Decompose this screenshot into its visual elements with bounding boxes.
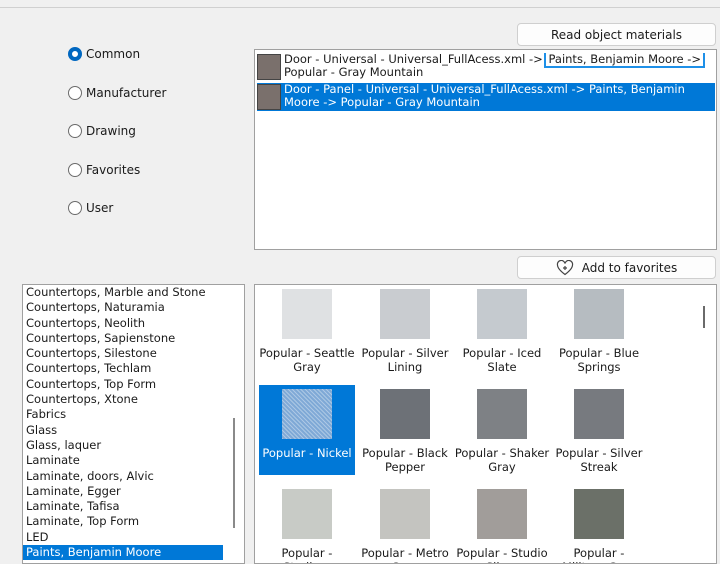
swatch-item[interactable]: Popular - Blue Springs — [551, 285, 647, 375]
swatch-label: Popular - Black Pepper — [362, 446, 448, 474]
material-path-highlight: Paints, Benjamin Moore -> — [544, 53, 706, 68]
swatch-label: Popular - Nickel — [262, 446, 352, 460]
radio-label: Favorites — [86, 163, 141, 177]
swatch-color — [380, 289, 430, 339]
material-swatch — [257, 54, 281, 80]
radio-favorites[interactable]: Favorites — [68, 163, 140, 177]
read-object-materials-button[interactable]: Read object materials — [517, 23, 716, 46]
swatch-item[interactable]: Popular - Studio Silver — [454, 485, 550, 563]
swatch-label: Popular - Stadium — [281, 546, 333, 563]
read-object-materials-label: Read object materials — [550, 27, 683, 42]
category-item[interactable]: Countertops, Top Form — [23, 377, 244, 392]
material-text: Door - Universal - Universal_FullAcess.x… — [281, 53, 715, 81]
category-list[interactable]: Countertops, Marble and Stone Countertops… — [22, 284, 245, 564]
category-item[interactable]: Countertops, Techlam — [23, 361, 244, 376]
swatch-label: Popular - Silver Lining — [361, 346, 449, 374]
radio-common[interactable]: Common — [68, 47, 140, 61]
swatch-color — [574, 489, 624, 539]
swatch-label: Popular - Studio Silver — [456, 546, 548, 563]
category-item[interactable]: Countertops, Naturamia — [23, 300, 244, 315]
swatch-color — [574, 389, 624, 439]
swatch-label: Popular - Military Gray — [562, 546, 636, 563]
radio-label: Drawing — [86, 124, 136, 138]
swatch-item[interactable]: Popular - Nickel — [259, 385, 355, 475]
radio-label: Manufacturer — [86, 86, 167, 100]
radio-circle[interactable] — [68, 47, 82, 61]
radio-label: Common — [86, 47, 141, 61]
radio-circle[interactable] — [68, 163, 82, 177]
category-item[interactable]: Laminate, Tafisa — [23, 499, 244, 514]
grid-scrollbar-thumb[interactable] — [703, 306, 705, 328]
category-scrollbar-thumb[interactable] — [233, 418, 235, 528]
category-item[interactable]: Laminate, Top Form — [23, 514, 244, 529]
radio-circle[interactable] — [68, 124, 82, 138]
swatch-label: Popular - Shaker Gray — [454, 446, 550, 474]
swatch-color — [380, 389, 430, 439]
category-item[interactable]: Countertops, Neolith — [23, 316, 244, 331]
category-item[interactable]: Glass, laquer — [23, 438, 244, 453]
material-row-selected[interactable]: Door - Panel - Universal - Universal_Ful… — [257, 83, 715, 111]
swatch-color — [477, 289, 527, 339]
radio-circle[interactable] — [68, 201, 82, 215]
category-item[interactable]: Fabrics — [23, 407, 244, 422]
swatch-color — [477, 389, 527, 439]
object-materials-list[interactable]: Door - Universal - Universal_FullAcess.x… — [254, 49, 717, 250]
radio-user[interactable]: User — [68, 201, 113, 215]
heart-plus-icon — [556, 259, 573, 275]
color-swatch-grid[interactable]: Popular - Seattle Gray Popular - Silver L… — [254, 284, 717, 564]
swatch-label: Popular - Seattle Gray — [259, 346, 355, 374]
category-item[interactable]: Paints, Benjamin Moore — [23, 545, 223, 561]
radio-label: User — [86, 201, 114, 215]
category-item[interactable]: Laminate, Egger — [23, 484, 244, 499]
swatch-item[interactable]: Popular - Silver Lining — [357, 285, 453, 375]
swatch-color — [282, 489, 332, 539]
category-item[interactable]: Countertops, Sapienstone — [23, 331, 244, 346]
material-path-end: Popular - Gray Mountain — [284, 65, 424, 79]
add-to-favorites-label: Add to favorites — [581, 260, 678, 275]
top-divider — [0, 7, 720, 8]
swatch-label: Popular - Blue Springs — [558, 346, 640, 374]
swatch-label: Popular - Silver Streak — [555, 446, 643, 474]
category-item[interactable]: Laminate — [23, 453, 244, 468]
category-item[interactable]: Laminate, doors, Alvic — [23, 469, 244, 484]
swatch-color — [380, 489, 430, 539]
material-text: Door - Panel - Universal - Universal_Ful… — [284, 83, 685, 109]
category-item[interactable]: Glass — [23, 423, 244, 438]
radio-circle[interactable] — [68, 86, 82, 100]
material-row[interactable]: Door - Universal - Universal_FullAcess.x… — [257, 53, 715, 81]
swatch-color — [282, 289, 332, 339]
swatch-item[interactable]: Popular - Stadium — [259, 485, 355, 563]
swatch-item[interactable]: Popular - Silver Streak — [551, 385, 647, 475]
category-item[interactable]: Countertops, Silestone — [23, 346, 244, 361]
swatch-item[interactable]: Popular - Metro Gray — [357, 485, 453, 563]
swatch-color — [282, 389, 332, 439]
category-item[interactable]: Countertops, Xtone — [23, 392, 244, 407]
material-swatch — [257, 84, 281, 110]
swatch-item[interactable]: Popular - Military Gray — [551, 485, 647, 563]
swatch-label: Popular - Iced Slate — [462, 346, 542, 374]
swatch-item[interactable]: Popular - Seattle Gray — [259, 285, 355, 375]
swatch-item[interactable]: Popular - Black Pepper — [357, 385, 453, 475]
radio-drawing[interactable]: Drawing — [68, 124, 136, 138]
swatch-color — [477, 489, 527, 539]
add-to-favorites-button[interactable]: Add to favorites — [517, 256, 716, 279]
category-item[interactable]: LED — [23, 530, 244, 545]
swatch-item[interactable]: Popular - Shaker Gray — [454, 385, 550, 475]
radio-manufacturer[interactable]: Manufacturer — [68, 86, 166, 100]
swatch-label: Popular - Metro Gray — [361, 546, 449, 563]
swatch-color — [574, 289, 624, 339]
swatch-item[interactable]: Popular - Iced Slate — [454, 285, 550, 375]
category-item[interactable]: Countertops, Marble and Stone — [23, 285, 244, 300]
